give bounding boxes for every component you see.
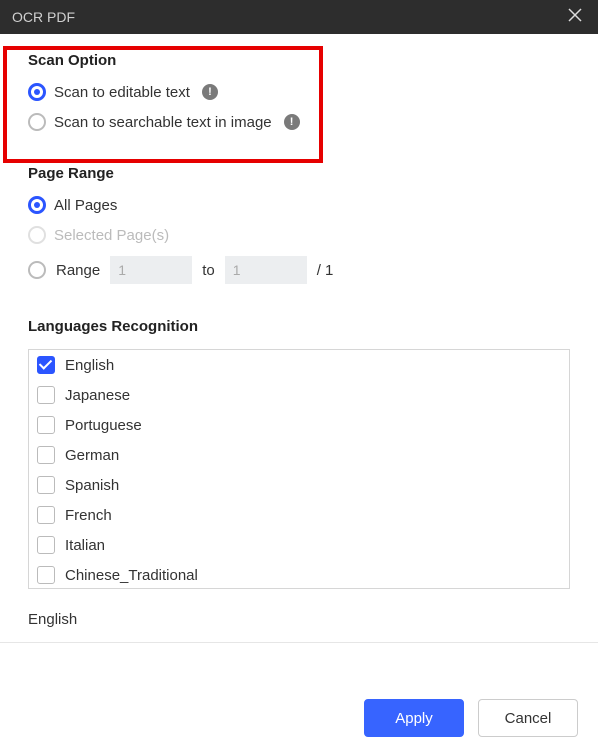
footer: Apply Cancel — [0, 688, 598, 748]
lang-label: Portuguese — [65, 417, 142, 434]
lang-label: Spanish — [65, 477, 119, 494]
all-pages-label: All Pages — [54, 197, 117, 214]
selected-language-summary: English — [0, 597, 598, 643]
apply-button[interactable]: Apply — [364, 699, 464, 737]
info-icon[interactable]: ! — [284, 114, 300, 130]
scan-editable-label: Scan to editable text — [54, 84, 190, 101]
list-item[interactable]: English — [29, 350, 569, 380]
lang-checkbox[interactable] — [37, 356, 55, 374]
lang-checkbox[interactable] — [37, 416, 55, 434]
lang-checkbox[interactable] — [37, 536, 55, 554]
languages-section: Languages Recognition — [0, 300, 598, 335]
list-item[interactable]: Portuguese — [29, 410, 569, 440]
range-from-input[interactable] — [110, 256, 192, 284]
lang-label: German — [65, 447, 119, 464]
languages-title: Languages Recognition — [28, 318, 570, 335]
radio-all-pages[interactable] — [28, 196, 46, 214]
lang-label: English — [65, 357, 114, 374]
lang-checkbox[interactable] — [37, 386, 55, 404]
radio-scan-editable[interactable] — [28, 83, 46, 101]
lang-label: Japanese — [65, 387, 130, 404]
close-icon[interactable] — [564, 4, 586, 30]
lang-checkbox[interactable] — [37, 566, 55, 584]
radio-scan-searchable[interactable] — [28, 113, 46, 131]
radio-selected-pages — [28, 226, 46, 244]
list-item[interactable]: Japanese — [29, 380, 569, 410]
range-to-label: to — [202, 262, 215, 279]
list-item[interactable]: Chinese_Traditional — [29, 560, 569, 589]
scan-option-title: Scan Option — [28, 52, 570, 69]
lang-checkbox[interactable] — [37, 446, 55, 464]
range-label: Range — [56, 262, 100, 279]
languages-list[interactable]: English Japanese Portuguese German Spani… — [28, 349, 570, 589]
list-item[interactable]: Spanish — [29, 470, 569, 500]
lang-label: French — [65, 507, 112, 524]
page-range-title: Page Range — [28, 165, 570, 182]
range-total: / 1 — [317, 262, 334, 279]
list-item[interactable]: Italian — [29, 530, 569, 560]
scan-searchable-label: Scan to searchable text in image — [54, 114, 272, 131]
list-item[interactable]: French — [29, 500, 569, 530]
lang-label: Italian — [65, 537, 105, 554]
radio-range[interactable] — [28, 261, 46, 279]
list-item[interactable]: German — [29, 440, 569, 470]
window-title: OCR PDF — [12, 9, 75, 25]
scan-option-section: Scan Option Scan to editable text ! Scan… — [0, 34, 598, 147]
page-range-section: Page Range All Pages Selected Page(s) Ra… — [0, 147, 598, 300]
titlebar: OCR PDF — [0, 0, 598, 34]
cancel-button[interactable]: Cancel — [478, 699, 578, 737]
range-to-input[interactable] — [225, 256, 307, 284]
lang-label: Chinese_Traditional — [65, 567, 198, 584]
info-icon[interactable]: ! — [202, 84, 218, 100]
lang-checkbox[interactable] — [37, 506, 55, 524]
selected-pages-label: Selected Page(s) — [54, 227, 169, 244]
lang-checkbox[interactable] — [37, 476, 55, 494]
